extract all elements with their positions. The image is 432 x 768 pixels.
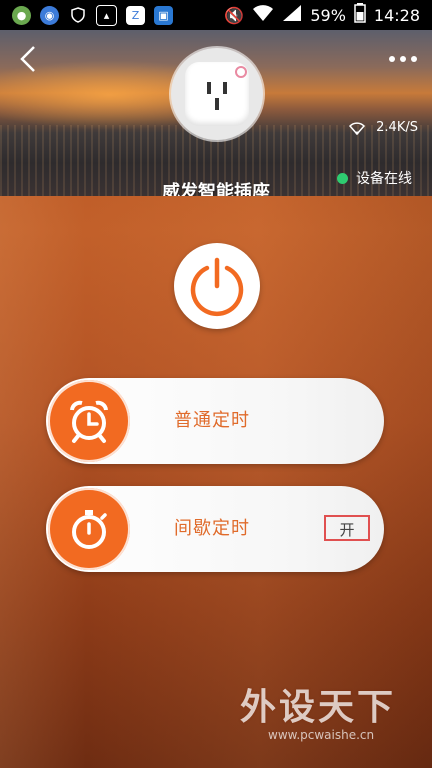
battery-percent: 59% xyxy=(310,5,346,25)
image-icon: ▴ xyxy=(96,4,117,26)
chevron-left-icon xyxy=(20,46,35,72)
normal-timer-label: 普通定时 xyxy=(174,410,250,431)
signal-icon xyxy=(282,4,302,26)
power-icon xyxy=(190,257,244,317)
socket-icon xyxy=(185,62,249,126)
interval-timer-label: 间歇定时 xyxy=(174,518,250,539)
device-header: 2.4K/S 威发智能插座 设备在线 xyxy=(0,30,432,196)
status-bar: ● ◉ ▴ Z ▣ 🔇 59% 14:28 xyxy=(0,0,432,30)
stopwatch-icon xyxy=(48,488,130,570)
watermark-logo: 外设天下 xyxy=(240,687,397,728)
back-button[interactable] xyxy=(14,44,44,74)
mute-icon: 🔇 xyxy=(224,5,245,25)
interval-timer-status-badge[interactable]: 开 xyxy=(324,515,370,541)
network-speed: 2.4K/S xyxy=(348,120,418,135)
online-status: 设备在线 xyxy=(337,168,412,188)
device-avatar xyxy=(171,48,263,140)
online-indicator-dot xyxy=(337,172,348,184)
app-notification-icon: ● xyxy=(12,5,31,25)
shield-icon xyxy=(68,6,87,25)
more-dots-icon xyxy=(389,56,417,62)
notification-icons: ● ◉ ▴ Z ▣ xyxy=(0,4,173,26)
watermark-url: www.pcwaishe.cn xyxy=(268,728,375,742)
wifi-icon xyxy=(252,4,274,26)
app-notification-icon: Z xyxy=(126,5,145,25)
battery-icon xyxy=(354,3,366,27)
online-status-text: 设备在线 xyxy=(356,171,412,187)
more-button[interactable] xyxy=(388,44,418,74)
clock-time: 14:28 xyxy=(373,5,420,25)
power-toggle-button[interactable] xyxy=(174,243,260,329)
app-notification-icon: ▣ xyxy=(154,5,173,25)
network-speed-value: 2.4K/S xyxy=(376,120,418,135)
interval-timer-button[interactable]: 间歇定时 开 xyxy=(46,486,384,572)
alarm-clock-icon xyxy=(48,380,130,462)
system-icons: 🔇 59% 14:28 xyxy=(224,3,432,27)
normal-timer-button[interactable]: 普通定时 xyxy=(46,378,384,464)
wifi-icon xyxy=(349,121,366,135)
app-notification-icon: ◉ xyxy=(40,5,59,25)
